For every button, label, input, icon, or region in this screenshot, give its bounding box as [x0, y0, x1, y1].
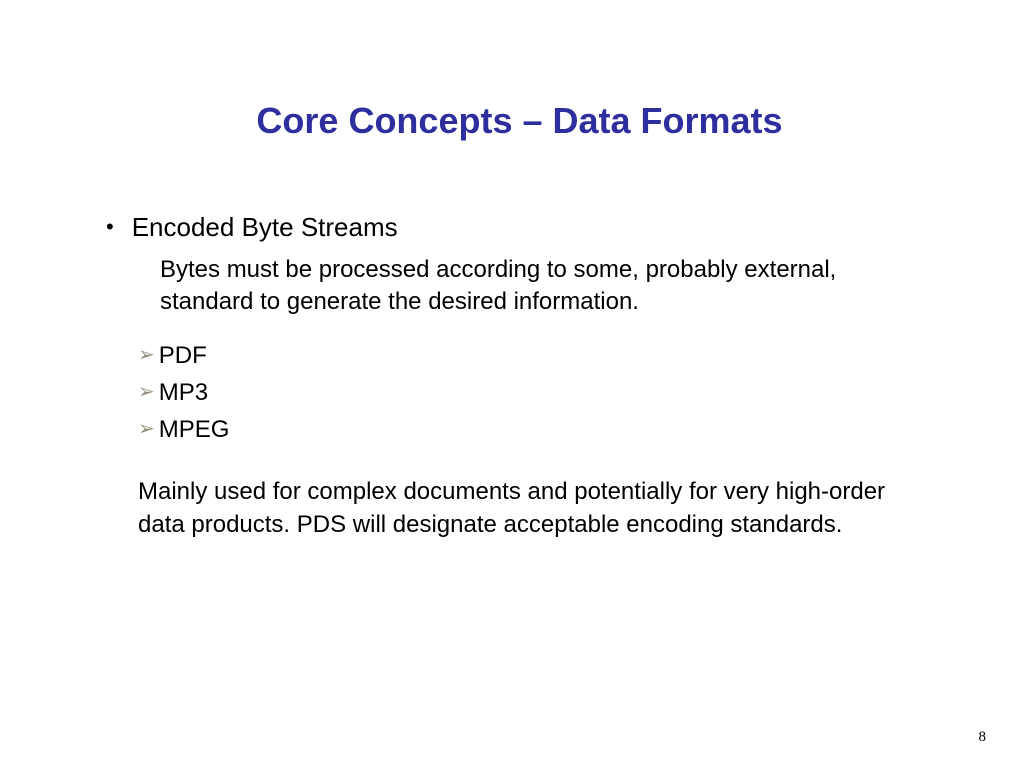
page-number: 8	[979, 729, 987, 746]
example-list: ➢ PDF ➢ MP3 ➢ MPEG	[138, 337, 924, 449]
footer-text: Mainly used for complex documents and po…	[138, 476, 904, 541]
bullet-description: Bytes must be processed according to som…	[160, 254, 894, 319]
example-label: PDF	[159, 337, 207, 374]
arrow-icon: ➢	[138, 414, 155, 445]
main-bullet: • Encoded Byte Streams	[100, 212, 924, 242]
list-item: ➢ PDF	[138, 337, 924, 374]
list-item: ➢ MP3	[138, 374, 924, 411]
arrow-icon: ➢	[138, 377, 155, 408]
list-item: ➢ MPEG	[138, 411, 924, 448]
example-label: MPEG	[159, 411, 230, 448]
bullet-heading: Encoded Byte Streams	[132, 212, 398, 242]
bullet-dot-icon: •	[106, 212, 114, 242]
example-label: MP3	[159, 374, 208, 411]
slide-container: Core Concepts – Data Formats • Encoded B…	[0, 0, 1024, 768]
slide-content: • Encoded Byte Streams Bytes must be pro…	[100, 212, 924, 541]
arrow-icon: ➢	[138, 340, 155, 371]
slide-title: Core Concepts – Data Formats	[115, 100, 924, 142]
